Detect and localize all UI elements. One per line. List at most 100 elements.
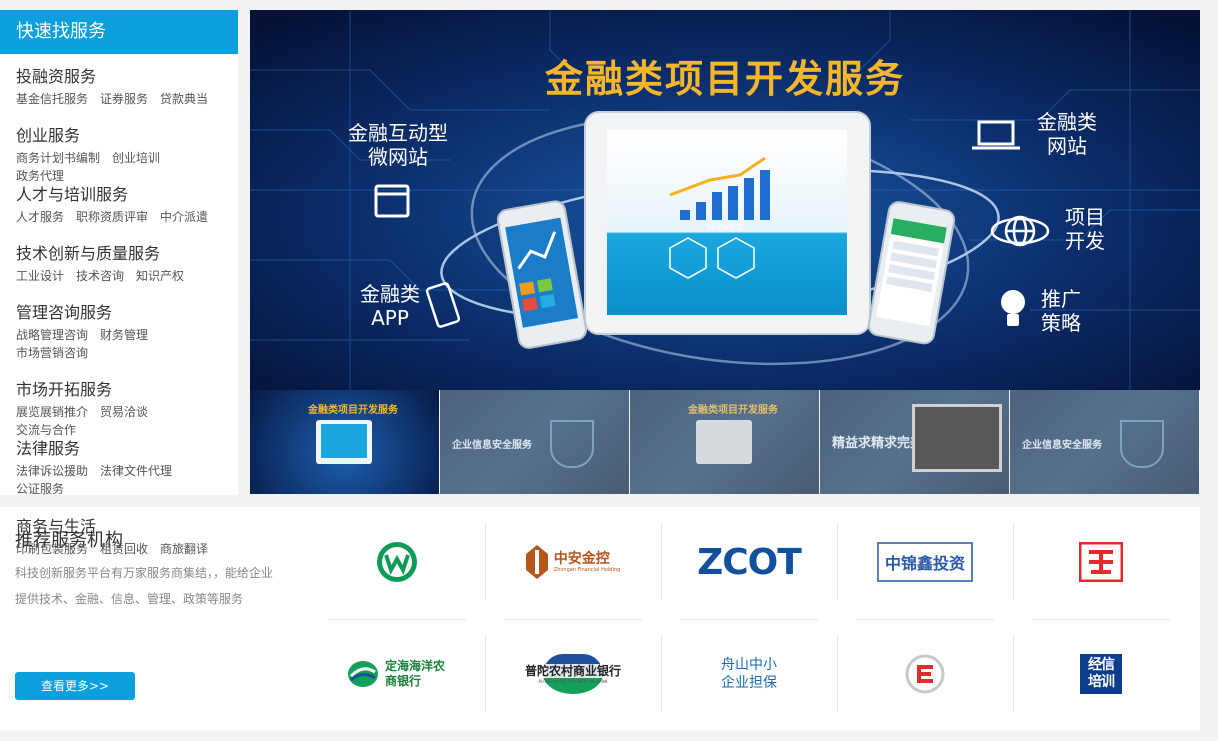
tablet-label: SERVICE	[706, 223, 744, 233]
category-link[interactable]: 工业设计	[16, 267, 64, 285]
category-title[interactable]: 技术创新与质量服务	[16, 243, 232, 265]
category-startup: 创业服务 商务计划书编制 创业培训政务代理	[16, 125, 232, 185]
sidebar-title: 快速找服务	[0, 10, 238, 54]
category-link[interactable]: 战略管理咨询	[16, 326, 88, 344]
section-description: 科技创新服务平台有万家服务商集结，，能给企业提供技术、金融、信息、管理、政策等服…	[15, 566, 274, 606]
category-link[interactable]: 公证服务	[16, 480, 64, 498]
view-more-button[interactable]: 查看更多>>	[15, 672, 135, 700]
category-link[interactable]: 基金信托服务	[16, 90, 88, 108]
category-talent-training: 人才与培训服务 人才服务 职称资质评审 中介派遣	[16, 184, 232, 226]
feature-website: 金融类 网站	[1032, 110, 1102, 158]
banner-headline: 金融类项目开发服务	[544, 57, 905, 101]
partner-name: 定海海洋农商银行	[385, 659, 446, 688]
category-title[interactable]: 商务与生活	[16, 516, 232, 538]
category-title[interactable]: 管理咨询服务	[16, 302, 232, 324]
partner-logo-jingxin[interactable]: 经信培训	[1015, 636, 1187, 712]
category-title[interactable]: 法律服务	[16, 438, 232, 460]
feature-promotion: 推广 策略	[1036, 287, 1086, 335]
category-link[interactable]: 商旅翻译	[160, 540, 208, 558]
category-tech-quality: 技术创新与质量服务 工业设计 技术咨询 知识产权	[16, 243, 232, 285]
feature-text: 开发	[1065, 229, 1105, 253]
divider	[485, 524, 486, 600]
partner-name: 舟山中小企业担保	[721, 657, 777, 691]
category-link[interactable]: 证券服务	[100, 90, 148, 108]
feature-text: 策略	[1041, 311, 1081, 335]
divider	[661, 636, 662, 712]
category-link[interactable]: 知识产权	[136, 267, 184, 285]
thumbnail-caption: 金融类项目开发服务	[688, 405, 778, 416]
category-link[interactable]: 创业培训	[112, 149, 160, 167]
feature-app: 金融类 APP	[350, 282, 430, 330]
feature-text: 金融类	[1037, 110, 1097, 134]
thumbnail-5[interactable]: 企业信息安全服务	[1010, 390, 1199, 494]
partner-logo-red[interactable]	[1015, 524, 1187, 600]
thumbnail-4[interactable]: 精益求精求完美	[820, 390, 1009, 494]
partner-subname: Zhongan Financial Holding	[553, 566, 621, 573]
feature-text: 网站	[1047, 134, 1087, 158]
category-link[interactable]: 技术咨询	[76, 267, 124, 285]
category-title[interactable]: 市场开拓服务	[16, 379, 232, 401]
divider	[856, 619, 994, 620]
divider	[837, 524, 838, 600]
partner-logo-dinghai[interactable]: 定海海洋农商银行	[311, 636, 483, 712]
category-link[interactable]: 中介派遣	[160, 208, 208, 226]
partner-name: ZCOT	[697, 541, 802, 583]
partner-name: 中锦鑫投资	[876, 542, 973, 582]
partner-name: 经信培训	[1080, 654, 1122, 694]
feature-text: 项目	[1065, 205, 1105, 229]
category-link[interactable]: 交流与合作	[16, 421, 76, 439]
category-invest-finance: 投融资服务 基金信托服务 证券服务 贷款典当	[16, 66, 232, 108]
category-link[interactable]: 法律诉讼援助	[16, 462, 88, 480]
category-link[interactable]: 贷款典当	[160, 90, 208, 108]
banner-thumbnails: 金融类项目开发服务 企业信息安全服务 金融类项目开发服务 精益求精求完美 企业信…	[250, 390, 1200, 495]
partner-logo-zcot[interactable]: ZCOT	[663, 524, 835, 600]
w-logo-icon	[377, 542, 417, 582]
partner-subname: PUTUO RURAL COMMERCIAL BANK	[538, 679, 608, 684]
category-link[interactable]: 租赁回收	[100, 540, 148, 558]
divider	[504, 619, 642, 620]
category-market: 市场开拓服务 展览展销推介 贸易洽谈交流与合作	[16, 379, 232, 439]
category-link[interactable]: 市场营销咨询	[16, 344, 88, 362]
hero-banner[interactable]: 金融类项目开发服务 金融互动型 微网站 金融类 APP 金融类 网站 项目 开发…	[250, 10, 1200, 390]
divider	[1032, 619, 1170, 620]
category-legal: 法律服务 法律诉讼援助 法律文件代理公证服务	[16, 438, 232, 498]
category-link[interactable]: 展览展销推介	[16, 403, 88, 421]
category-link[interactable]: 人才服务	[16, 208, 64, 226]
category-link[interactable]: 职称资质评审	[76, 208, 148, 226]
category-link[interactable]: 财务管理	[100, 326, 148, 344]
divider	[661, 524, 662, 600]
category-link[interactable]: 商务计划书编制	[16, 149, 100, 167]
partner-logo-w[interactable]	[311, 524, 483, 600]
e-logo-icon	[905, 654, 945, 694]
category-title[interactable]: 投融资服务	[16, 66, 232, 88]
feature-text: 推广	[1041, 287, 1081, 311]
partner-logo-zhoushan[interactable]: 舟山中小企业担保	[663, 636, 835, 712]
divider	[485, 636, 486, 712]
thumbnail-2[interactable]: 企业信息安全服务	[440, 390, 629, 494]
thumbnail-3[interactable]: 金融类项目开发服务	[630, 390, 819, 494]
partner-logo-zhongjinxin[interactable]: 中锦鑫投资	[839, 524, 1011, 600]
divider	[1013, 636, 1014, 712]
divider	[837, 636, 838, 712]
partner-logo-e[interactable]	[839, 636, 1011, 712]
divider	[680, 619, 818, 620]
feature-text: 微网站	[368, 145, 428, 169]
category-link[interactable]: 法律文件代理	[100, 462, 172, 480]
feature-project-dev: 项目 开发	[1060, 205, 1110, 253]
feature-text: 金融互动型	[348, 121, 448, 145]
category-title[interactable]: 创业服务	[16, 125, 232, 147]
dinghai-logo-icon	[348, 661, 378, 687]
divider	[1013, 524, 1014, 600]
divider	[328, 619, 466, 620]
category-link[interactable]: 贸易洽谈	[100, 403, 148, 421]
category-management: 管理咨询服务 战略管理咨询 财务管理市场营销咨询	[16, 302, 232, 362]
partner-name: 中安金控	[553, 550, 610, 567]
partner-logo-zhongan[interactable]: 中安金控 Zhongan Financial Holding	[487, 524, 659, 600]
category-title[interactable]: 人才与培训服务	[16, 184, 232, 206]
category-link[interactable]: 政务代理	[16, 167, 64, 185]
category-business-life: 商务与生活 印刷包装服务 租赁回收 商旅翻译	[16, 516, 232, 558]
category-link[interactable]: 印刷包装服务	[16, 540, 88, 558]
partner-logo-putuo[interactable]: 普陀农村商业银行 PUTUO RURAL COMMERCIAL BANK	[487, 636, 659, 712]
thumbnail-1[interactable]: 金融类项目开发服务	[250, 390, 439, 494]
thumbnail-caption: 企业信息安全服务	[452, 440, 532, 451]
